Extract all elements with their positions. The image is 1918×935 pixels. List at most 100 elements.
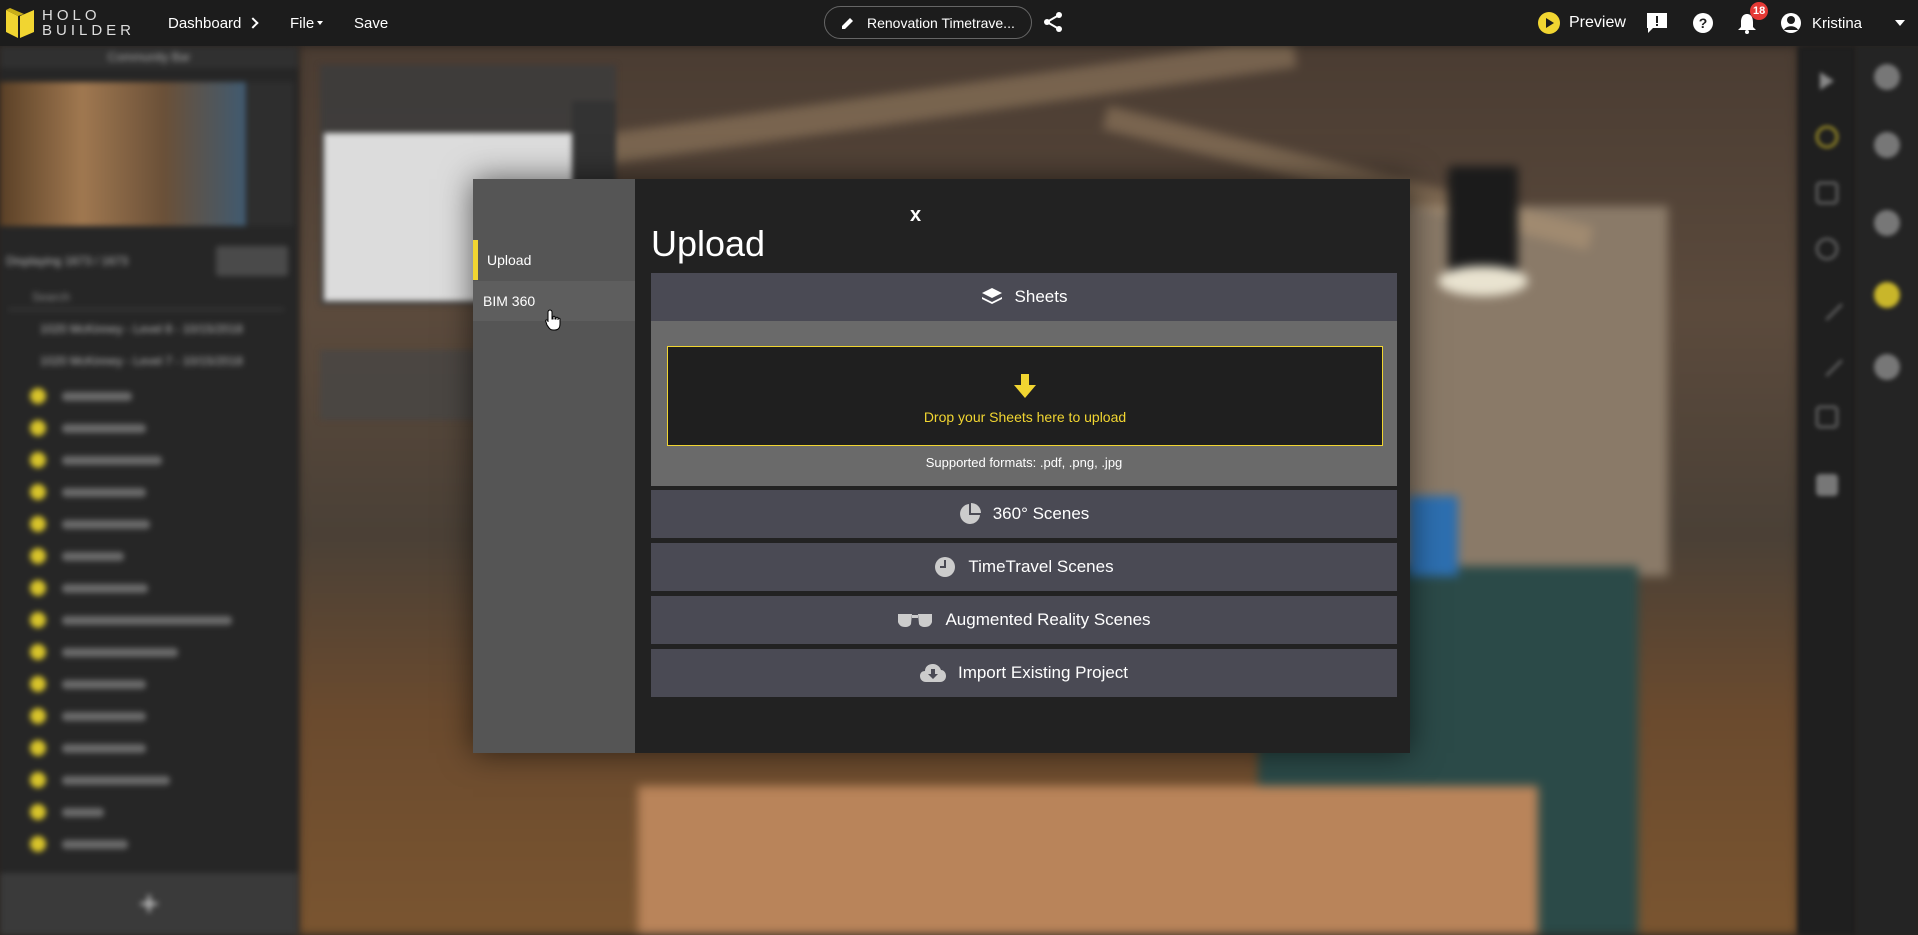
pie-icon (959, 503, 981, 524)
displaying-count: Displaying 1673 / 1673 (6, 254, 129, 268)
section-timetravel-label: TimeTravel Scenes (968, 557, 1114, 576)
notification-badge: 18 (1750, 2, 1769, 20)
sheets-section-header[interactable]: Sheets (651, 273, 1397, 321)
level-row: 1020 McKinney - Level 7 - 10/15/2018 (40, 354, 243, 368)
modal-content: Upload Sheets Drop your Sheets here to u… (635, 179, 1410, 753)
scene-lamp (1448, 166, 1518, 276)
list-item (30, 578, 148, 598)
save-label: Save (354, 14, 389, 32)
drawing-toolbar (1798, 46, 1856, 935)
modal-sidebar: Upload BIM 360 (473, 179, 635, 753)
measure-icon (1874, 132, 1900, 158)
list-item (30, 610, 232, 630)
user-menu[interactable]: Kristina (1780, 0, 1862, 46)
list-item (30, 674, 146, 694)
ellipse-tool-icon (1816, 238, 1838, 260)
object-toolbar (1856, 46, 1918, 935)
logo-text: HOLO BUILDER (42, 7, 136, 39)
list-item (30, 386, 132, 406)
list-item (30, 834, 128, 854)
add-scene-button: + (0, 873, 298, 935)
help-icon[interactable]: ? (1692, 12, 1714, 34)
arrow-tool-icon (1811, 345, 1843, 377)
scene-lamp-light (1438, 266, 1528, 296)
svg-text:?: ? (1699, 15, 1708, 31)
close-modal-button[interactable]: x (910, 204, 921, 227)
filter-button (216, 246, 288, 276)
feedback-icon[interactable] (1646, 12, 1668, 34)
preview-button[interactable]: Preview (1538, 0, 1626, 46)
clock-icon (935, 557, 956, 577)
tab-bim-360-label: BIM 360 (483, 293, 536, 309)
tab-upload-label: Upload (487, 252, 532, 268)
sheets-dropzone[interactable]: Drop your Sheets here to upload (667, 346, 1383, 446)
ar-glasses-icon (898, 614, 933, 627)
scene-floor (638, 786, 1538, 935)
holobuilder-logo[interactable]: HOLO BUILDER (4, 4, 134, 42)
objects-icon (1874, 210, 1900, 236)
panel-tool-icon (1816, 474, 1838, 496)
circle-tool-icon (1816, 126, 1838, 148)
project-title-button[interactable]: Renovation Timetrave... (824, 6, 1032, 39)
sheets-label: Sheets (1014, 287, 1068, 306)
project-title: Renovation Timetrave... (867, 14, 1015, 31)
sheets-section-body: Drop your Sheets here to upload Supporte… (651, 321, 1397, 486)
tab-upload[interactable]: Upload (473, 240, 635, 280)
pointer-icon (1816, 70, 1838, 92)
list-item (30, 706, 146, 726)
arrow-down-icon (1014, 374, 1036, 398)
file-menu-label: File (290, 14, 315, 32)
sidebar-title: Community Bar (0, 46, 298, 68)
file-menu[interactable]: File (290, 0, 324, 46)
hand-cursor-icon (545, 309, 561, 331)
upload-modal: Upload BIM 360 Upload Sheets Drop your S… (473, 179, 1410, 753)
logo-mark-icon (4, 6, 36, 40)
thumbnail-tools (248, 82, 294, 226)
community-sidebar: Community Bar Displaying 1673 / 1673 Sea… (0, 46, 298, 935)
share-icon[interactable] (1042, 11, 1064, 33)
list-item (30, 738, 146, 758)
dashboard-label: Dashboard (168, 14, 242, 32)
list-item (30, 418, 146, 438)
preview-label: Preview (1569, 14, 1626, 31)
dropzone-text: Drop your Sheets here to upload (923, 409, 1127, 425)
list-item (30, 642, 178, 662)
list-item (30, 770, 170, 790)
scenes-icon (1874, 64, 1900, 90)
section-ar-label: Augmented Reality Scenes (945, 610, 1151, 629)
chevron-right-icon (247, 17, 260, 29)
level-row: 1020 McKinney - Level 8 - 10/15/2018 (40, 322, 243, 336)
top-bar: HOLO BUILDER Dashboard File Save Renovat… (0, 0, 1918, 46)
user-caret-icon[interactable] (1895, 20, 1905, 26)
markups-icon (1874, 282, 1900, 308)
dashboard-link[interactable]: Dashboard (168, 0, 260, 46)
section-360-label: 360° Scenes (992, 504, 1090, 523)
scene-object (1408, 496, 1458, 576)
supported-formats: Supported formats: .pdf, .png, .jpg (925, 455, 1123, 470)
layers-icon (981, 288, 1002, 304)
user-name: Kristina (1812, 14, 1863, 32)
user-avatar-icon (1781, 13, 1801, 33)
tracks-icon (1874, 354, 1900, 380)
modal-title: Upload (651, 223, 766, 264)
caret-down-icon (317, 21, 324, 25)
eraser-tool-icon (1816, 406, 1838, 428)
section-ar-scenes[interactable]: Augmented Reality Scenes (651, 596, 1397, 644)
play-icon (1538, 12, 1560, 34)
section-import-label: Import Existing Project (957, 663, 1129, 682)
list-item (30, 482, 146, 502)
search-placeholder: Search (32, 290, 71, 304)
list-item (30, 546, 124, 566)
cloud-download-icon (919, 664, 946, 682)
section-import-project[interactable]: Import Existing Project (651, 649, 1397, 697)
list-item (30, 802, 104, 822)
pencil-icon (842, 18, 853, 29)
section-360-scenes[interactable]: 360° Scenes (651, 490, 1397, 538)
section-timetravel-scenes[interactable]: TimeTravel Scenes (651, 543, 1397, 591)
scene-thumbnail (0, 82, 246, 226)
line-tool-icon (1811, 289, 1843, 321)
save-button[interactable]: Save (354, 0, 388, 46)
list-item (30, 450, 162, 470)
list-item (30, 514, 150, 534)
rectangle-tool-icon (1816, 182, 1838, 204)
